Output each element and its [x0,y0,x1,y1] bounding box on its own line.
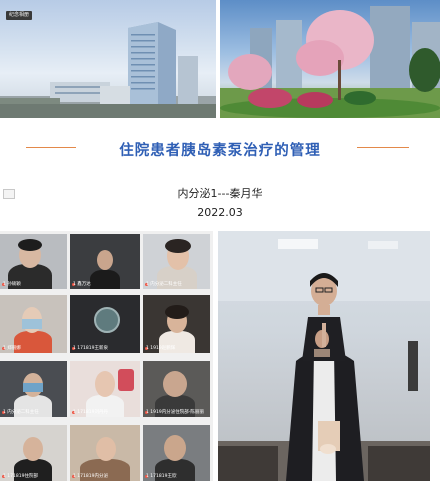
campus-illustration [220,6,440,118]
participant-tile[interactable]: 1 171819王新泉 [70,295,140,353]
participant-tile[interactable]: 1 鑫万达 [70,234,140,289]
cherry-blossom-campus-photo [220,0,440,118]
participant-tile[interactable]: 1 1919内分泌住院部-陈丽丽 [143,361,210,417]
presentation-title: 住院患者胰岛素泵治疗的管理 [119,143,321,159]
participant-name: 1 171819内分泌 [73,474,108,479]
participant-name: 1 171819住院部 [3,474,38,479]
participant-name: 1 171819王欣 [146,474,177,479]
video-meeting-grid: 1 孙硕颖 1 鑫万达 1 内分泌二科主任 1 郑丽娜 1 171819王新泉 … [0,231,213,481]
presenter-demonstration-photo [218,231,430,481]
participant-tile[interactable]: 1 171819内分泌 [70,425,140,481]
presenter-illustration [218,231,430,481]
participant-tile[interactable]: 1 171819住院部 [0,425,67,481]
participant-tile[interactable]: 1 孙硕颖 [0,234,67,289]
participant-tile[interactable]: 1 郑丽娜 [0,295,67,353]
participant-name: 1 1919赵鹏辉 [146,346,176,351]
participant-tile[interactable]: 1 1919赵鹏辉 [143,295,210,353]
presenter-name: 内分泌1---秦月华 [177,187,263,200]
album-badge: 纪念相册 [6,11,32,20]
participant-name: 1 内分泌二科主任 [146,282,182,287]
participant-name: 1 孙硕颖 [3,282,21,287]
presentation-date: 2022.03 [197,206,243,219]
participant-tile[interactable]: 1 171819刘丹丹 [70,361,140,417]
participant-name: 1 鑫万达 [73,282,91,287]
participant-name: 1 171819刘丹丹 [73,410,108,415]
participant-name: 1 1919内分泌住院部-陈丽丽 [146,410,204,415]
participant-name: 1 171819王新泉 [73,346,108,351]
participant-tile[interactable]: 1 内分泌二科主任 [143,234,210,289]
participant-name: 1 内分泌二科主任 [3,410,39,415]
participant-name: 1 郑丽娜 [3,346,21,351]
participant-tile[interactable]: 1 内分泌二科主任 [0,361,67,417]
hospital-building-photo: 纪念相册 [0,0,216,118]
hospital-building-illustration [0,22,216,118]
participant-tile[interactable]: 1 171819王欣 [143,425,210,481]
